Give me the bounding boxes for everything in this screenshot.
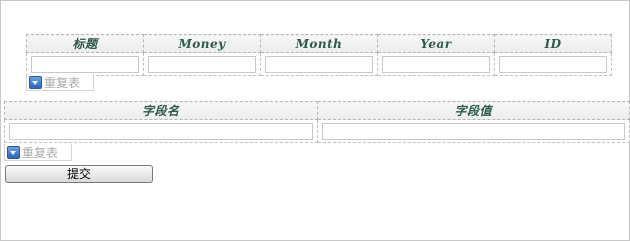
table-cell (143, 52, 261, 76)
repeating-table-fields: 字段名 字段值 (4, 101, 630, 143)
repeat-table-button-main[interactable]: 重复表 (26, 74, 94, 91)
table-cell (26, 52, 144, 76)
column-header-field-name: 字段名 (4, 101, 318, 120)
table-cell (316, 119, 630, 143)
column-header-month: Month (260, 34, 378, 53)
id-input[interactable] (499, 55, 607, 73)
field-value-input[interactable] (321, 122, 625, 140)
repeat-table-label: 重复表 (22, 145, 59, 160)
money-input[interactable] (148, 55, 256, 73)
table-cell (260, 52, 378, 76)
column-header-year: Year (377, 34, 495, 53)
table-row (4, 119, 630, 143)
field-name-input[interactable] (9, 122, 313, 140)
repeating-table-main: 标题 Money Month Year ID (26, 34, 612, 76)
chevron-down-icon (7, 145, 20, 159)
column-header-money: Money (143, 34, 261, 53)
month-input[interactable] (265, 55, 373, 73)
table-header-row: 标题 Money Month Year ID (26, 34, 612, 53)
table-cell (4, 119, 318, 143)
column-header-title: 标题 (26, 34, 144, 53)
title-input[interactable] (31, 55, 139, 73)
column-header-field-value: 字段值 (316, 101, 630, 120)
year-input[interactable] (382, 55, 490, 73)
submit-button[interactable]: 提交 (5, 165, 153, 183)
table-header-row: 字段名 字段值 (4, 101, 630, 120)
table-cell (494, 52, 612, 76)
repeat-table-label: 重复表 (44, 75, 81, 90)
form-canvas: 标题 Money Month Year ID 重复表 字段名 字段值 重复表 提… (0, 0, 630, 241)
repeat-table-button-fields[interactable]: 重复表 (4, 144, 72, 161)
table-cell (377, 52, 495, 76)
chevron-down-icon (29, 75, 42, 89)
column-header-id: ID (494, 34, 612, 53)
table-row (26, 52, 612, 76)
